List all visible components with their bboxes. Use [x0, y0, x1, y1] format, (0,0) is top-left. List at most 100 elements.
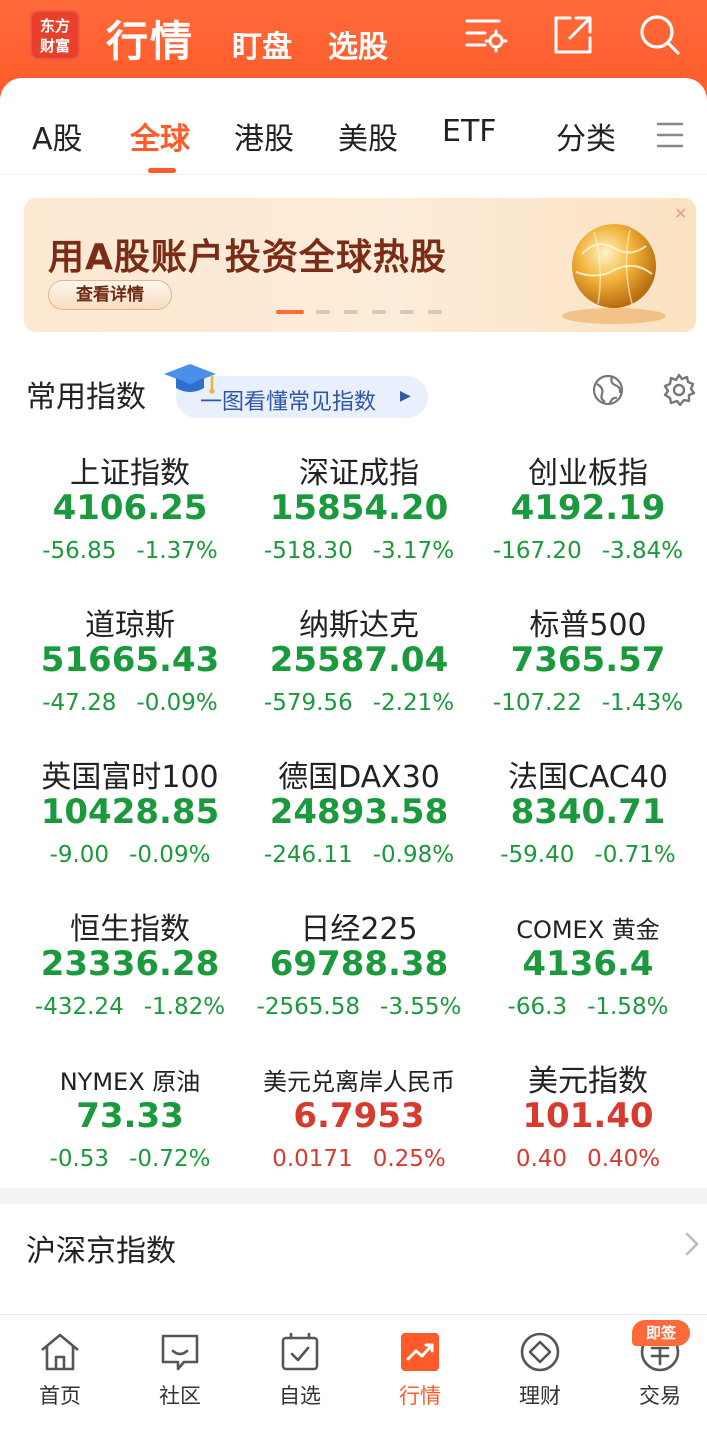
settings-filter-icon[interactable] — [463, 12, 509, 58]
tab-category[interactable]: 分类 — [556, 114, 616, 158]
tab-watch[interactable]: 盯盘 — [232, 22, 292, 66]
tabs-divider — [0, 174, 707, 175]
index-name: 法国CAC40 — [507, 760, 669, 795]
index-name: 标普500 — [529, 608, 647, 643]
index-name: 德国DAX30 — [278, 760, 440, 795]
index-price: 10428.85 — [40, 792, 220, 832]
index-price: 8340.71 — [510, 792, 666, 832]
index-card[interactable]: 深证成指 15854.20 -518.30 -3.17% — [241, 448, 477, 588]
index-name: 创业板指 — [528, 456, 648, 491]
index-card[interactable]: 恒生指数 23336.28 -432.24 -1.82% — [12, 904, 248, 1044]
index-card[interactable]: NYMEX 原油 73.33 -0.53 -0.72% — [12, 1056, 248, 1196]
index-change-row: 0.40 0.40% — [470, 1146, 706, 1172]
nav-wealth[interactable]: 理财 — [490, 1318, 590, 1418]
section-separator — [0, 1188, 707, 1204]
index-price: 6.7953 — [293, 1096, 425, 1136]
nav-home[interactable]: 首页 — [10, 1318, 110, 1418]
watchlist-icon — [278, 1330, 322, 1374]
index-change-percent: -3.17% — [372, 538, 455, 564]
tab-global[interactable]: 全球 — [130, 114, 190, 158]
index-change-percent: -1.82% — [143, 994, 226, 1020]
index-change-percent: -0.98% — [372, 842, 455, 868]
index-guide-text[interactable]: 一图看懂常见指数 — [200, 384, 376, 416]
search-icon[interactable] — [636, 12, 682, 58]
index-card[interactable]: 美元兑离岸人民币 6.7953 0.0171 0.25% — [241, 1056, 477, 1196]
chevron-right-icon[interactable] — [682, 1228, 702, 1260]
nav-community-label: 社区 — [159, 1384, 201, 1408]
index-change-row: -0.53 -0.72% — [12, 1146, 248, 1172]
index-change-percent: 0.40% — [587, 1146, 661, 1172]
index-name: NYMEX 原油 — [59, 1068, 201, 1096]
tab-hk-stocks[interactable]: 港股 — [234, 114, 294, 158]
globe-illustration — [554, 208, 674, 328]
logo-line-2: 财富 — [39, 37, 70, 55]
page-title[interactable]: 行情 — [106, 8, 194, 69]
index-change-percent: -3.55% — [380, 994, 462, 1020]
index-card[interactable]: 纳斯达克 25587.04 -579.56 -2.21% — [241, 600, 477, 740]
index-card[interactable]: 日经225 69788.38 -2565.58 -3.55% — [241, 904, 477, 1044]
nav-community[interactable]: 社区 — [130, 1318, 230, 1418]
nav-trade-label: 交易 — [639, 1384, 681, 1408]
tab-menu-icon[interactable] — [655, 118, 685, 152]
index-change-row: -56.85 -1.37% — [12, 538, 248, 564]
nav-market-label: 行情 — [399, 1384, 441, 1408]
index-change-row: -47.28 -0.09% — [12, 690, 248, 716]
index-change-percent: -2.21% — [372, 690, 455, 716]
index-change: -579.56 — [263, 690, 353, 716]
index-change-percent: -0.72% — [129, 1146, 211, 1172]
index-name: 深证成指 — [299, 456, 419, 491]
index-change-percent: -3.84% — [601, 538, 684, 564]
index-card[interactable]: 创业板指 4192.19 -167.20 -3.84% — [470, 448, 706, 588]
hs-indices-title[interactable]: 沪深京指数 — [26, 1226, 176, 1270]
index-change-percent: -0.09% — [129, 842, 211, 868]
index-price: 69788.38 — [269, 944, 449, 984]
gear-icon[interactable] — [661, 372, 697, 408]
index-change-row: -59.40 -0.71% — [470, 842, 706, 868]
index-change-percent: -0.71% — [594, 842, 676, 868]
tab-etf[interactable]: ETF — [442, 114, 497, 149]
index-card[interactable]: 道琼斯 51665.43 -47.28 -0.09% — [12, 600, 248, 740]
index-change: -432.24 — [34, 994, 124, 1020]
index-card[interactable]: 标普500 7365.57 -107.22 -1.43% — [470, 600, 706, 740]
index-change: -2565.58 — [256, 994, 361, 1020]
market-icon — [398, 1330, 442, 1374]
index-change: -0.53 — [49, 1146, 110, 1172]
index-change: -66.3 — [507, 994, 568, 1020]
index-name: 纳斯达克 — [299, 608, 419, 643]
banner-details-button[interactable]: 查看详情 — [48, 280, 172, 310]
index-card[interactable]: COMEX 黄金 4136.4 -66.3 -1.58% — [470, 904, 706, 1044]
index-change: 0.0171 — [272, 1146, 353, 1172]
tab-stock-picker[interactable]: 选股 — [328, 22, 388, 66]
active-tab-indicator — [148, 168, 176, 173]
index-change-percent: -1.58% — [587, 994, 669, 1020]
index-card[interactable]: 美元指数 101.40 0.40 0.40% — [470, 1056, 706, 1196]
promo-banner[interactable]: 用A股账户投资全球热股 查看详情 ✕ — [24, 198, 696, 332]
carousel-dot — [316, 310, 330, 314]
index-card[interactable]: 法国CAC40 8340.71 -59.40 -0.71% — [470, 752, 706, 892]
index-change-row: -66.3 -1.58% — [470, 994, 706, 1020]
logo-line-1: 东方 — [39, 17, 70, 35]
index-change-percent: -0.09% — [136, 690, 218, 716]
index-change-row: -9.00 -0.09% — [12, 842, 248, 868]
carousel-dot — [276, 310, 304, 314]
index-price: 7365.57 — [510, 640, 666, 680]
carousel-dots — [276, 310, 446, 316]
banner-title: 用A股账户投资全球热股 — [48, 237, 447, 278]
tab-us-stocks[interactable]: 美股 — [338, 114, 398, 158]
index-change-row: -167.20 -3.84% — [470, 538, 706, 564]
share-icon[interactable] — [550, 12, 596, 58]
tab-a-shares[interactable]: A股 — [32, 114, 83, 158]
index-change: -56.85 — [42, 538, 117, 564]
globe-switch-icon[interactable] — [590, 372, 626, 408]
banner-close-icon[interactable]: ✕ — [674, 204, 687, 223]
index-card[interactable]: 上证指数 4106.25 -56.85 -1.37% — [12, 448, 248, 588]
nav-market[interactable]: 行情 — [370, 1318, 470, 1418]
nav-watchlist[interactable]: 自选 — [250, 1318, 350, 1418]
index-price: 51665.43 — [40, 640, 220, 680]
index-card[interactable]: 英国富时100 10428.85 -9.00 -0.09% — [12, 752, 248, 892]
index-change-percent: -1.37% — [136, 538, 218, 564]
index-change-row: -579.56 -2.21% — [241, 690, 477, 716]
nav-home-label: 首页 — [39, 1384, 81, 1408]
index-price: 4106.25 — [52, 488, 208, 528]
index-card[interactable]: 德国DAX30 24893.58 -246.11 -0.98% — [241, 752, 477, 892]
